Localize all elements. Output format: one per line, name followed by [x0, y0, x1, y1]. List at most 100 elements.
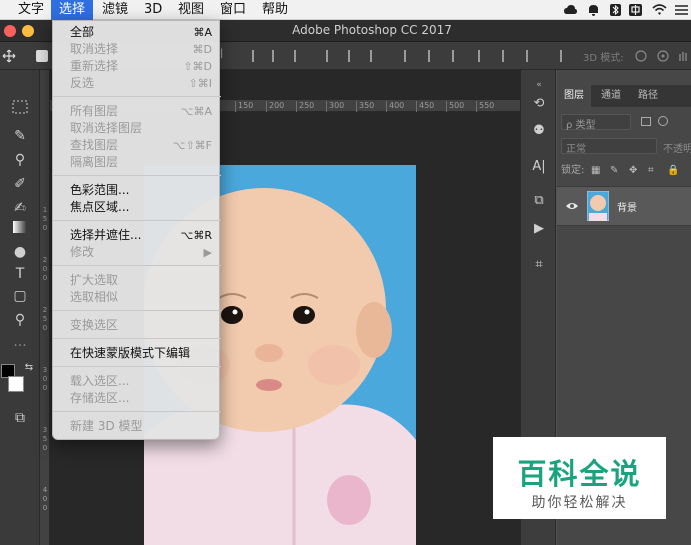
3d-pan-icon[interactable]	[678, 49, 690, 63]
crop-tool-icon[interactable]: ⌗	[530, 256, 548, 274]
menu-item-modify[interactable]: 修改 ▶	[53, 244, 221, 261]
menu-item-select-and-mask[interactable]: 选择并遮住... ⌥⌘R	[53, 227, 221, 244]
3d-rotate-icon[interactable]	[634, 49, 648, 63]
input-method-icon[interactable]	[628, 3, 643, 17]
align-vcenter-icon[interactable]	[272, 50, 282, 62]
filter-pixel-icon[interactable]	[641, 117, 651, 126]
layer-filter-select[interactable]: ρ 类型	[561, 114, 631, 131]
minimize-window-button[interactable]	[22, 25, 34, 37]
menu-item-focus-area[interactable]: 焦点区域...	[53, 199, 221, 216]
lock-position-icon[interactable]: ✥	[629, 162, 637, 180]
menu-item-isolate-layers[interactable]: 隔离图层	[53, 154, 221, 171]
align-top-icon[interactable]	[252, 50, 262, 62]
more-tools-icon[interactable]: ···	[9, 336, 31, 356]
distribute-hcenter-icon[interactable]	[502, 50, 512, 62]
menu-window[interactable]: 窗口	[212, 0, 254, 20]
align-hcenter-icon[interactable]	[348, 50, 358, 62]
quick-mask-icon[interactable]: ⧉	[9, 408, 31, 428]
align-left-icon[interactable]	[326, 50, 336, 62]
lock-artboard-icon[interactable]: ⌗	[648, 162, 654, 180]
brush-tool-icon[interactable]: ✐	[9, 174, 31, 194]
distribute-vcenter-icon[interactable]	[428, 50, 438, 62]
type-tool-icon[interactable]: T	[9, 264, 31, 284]
zoom-tool-icon[interactable]: ⚲	[9, 310, 31, 330]
menu-item-deselect-layers[interactable]: 取消选择图层	[53, 120, 221, 137]
lock-transparent-icon[interactable]: ▦	[591, 162, 600, 180]
menu-item-similar[interactable]: 选取相似	[53, 289, 221, 306]
gradient-tool-icon[interactable]	[9, 220, 31, 240]
layer-row-background[interactable]: 背景	[557, 186, 691, 226]
history-panel-icon[interactable]: ⟲	[530, 95, 548, 113]
distribute-bottom-icon[interactable]	[452, 50, 462, 62]
menu-type[interactable]: 文字	[10, 0, 52, 20]
history-brush-tool-icon[interactable]: ✍	[9, 198, 31, 218]
tab-paths[interactable]: 路径	[631, 85, 665, 107]
shape-tool-icon[interactable]: ▢	[9, 286, 31, 306]
align-bottom-icon[interactable]	[294, 50, 304, 62]
quick-select-tool-icon[interactable]: ✎	[9, 126, 31, 146]
menu-3d[interactable]: 3D	[136, 0, 170, 20]
menu-item-transform-selection[interactable]: 变换选区	[53, 317, 221, 334]
menu-item-inverse[interactable]: 反选 ⇧⌘I	[53, 75, 221, 92]
align-right-icon[interactable]	[370, 50, 380, 62]
burn-tool-icon[interactable]: ●	[9, 242, 31, 262]
auto-select-checkbox[interactable]	[36, 50, 48, 62]
swap-colors-icon[interactable]: ⇆	[18, 358, 40, 378]
distribute-top-icon[interactable]	[404, 50, 414, 62]
menu-item-reselect[interactable]: 重新选择 ⇧⌘D	[53, 58, 221, 75]
layer-name: 背景	[617, 203, 637, 214]
menu-view[interactable]: 视图	[170, 0, 212, 20]
lock-all-icon[interactable]: 🔒	[667, 162, 679, 180]
menu-item-deselect[interactable]: 取消选择 ⌘D	[53, 41, 221, 58]
menu-bar: 文字 选择 滤镜 3D 视图 窗口 帮助	[0, 0, 691, 20]
menu-item-label: 选取相似	[70, 290, 119, 304]
lock-pixels-icon[interactable]: ✎	[610, 162, 618, 180]
menu-select[interactable]: 选择	[51, 0, 94, 20]
creative-cloud-icon[interactable]	[563, 3, 578, 17]
wifi-icon[interactable]	[652, 3, 667, 17]
menu-item-quick-mask-edit[interactable]: 在快速蒙版模式下编辑	[53, 345, 221, 362]
actions-play-icon[interactable]: ▶	[530, 220, 548, 238]
3d-panel-icon[interactable]: ⧉	[530, 192, 548, 210]
menu-item-label: 全部	[70, 25, 95, 39]
blend-mode-select[interactable]: 正常	[561, 138, 657, 155]
close-window-button[interactable]	[4, 25, 16, 37]
ruler-h-tick: 300	[326, 101, 344, 112]
filter-adjustment-icon[interactable]	[658, 116, 668, 126]
menu-item-save-selection[interactable]: 存储选区...	[53, 390, 221, 407]
menu-item-label: 反选	[70, 76, 95, 90]
move-tool-icon[interactable]	[2, 49, 16, 63]
menu-item-all-layers[interactable]: 所有图层 ⌥⌘A	[53, 103, 221, 120]
character-panel-icon[interactable]: A|	[530, 158, 548, 176]
eyedropper-tool-icon[interactable]: ⚲	[9, 150, 31, 170]
distribute-right-icon[interactable]	[526, 50, 536, 62]
notification-icon[interactable]	[586, 3, 601, 17]
menu-separator	[53, 220, 221, 221]
menu-item-label: 取消选择	[70, 42, 119, 56]
menu-item-load-selection[interactable]: 载入选区...	[53, 373, 221, 390]
menu-item-find-layers[interactable]: 查找图层 ⌥⇧⌘F	[53, 137, 221, 154]
menu-help[interactable]: 帮助	[254, 0, 296, 20]
menu-item-color-range[interactable]: 色彩范围...	[53, 182, 221, 199]
collapse-panel-icon[interactable]: «	[530, 76, 548, 94]
marquee-tool-icon[interactable]	[9, 100, 31, 120]
control-center-icon[interactable]	[674, 3, 689, 17]
bluetooth-icon[interactable]	[608, 3, 623, 17]
3d-roll-icon[interactable]	[656, 49, 670, 63]
tab-layers[interactable]: 图层	[557, 85, 591, 107]
menu-item-new-3d-model[interactable]: 新建 3D 模型	[53, 418, 221, 435]
ruler-h-tick: 250	[296, 101, 314, 112]
watermark-subtitle: 助你轻松解决	[531, 495, 628, 511]
background-color-swatch[interactable]	[8, 376, 24, 392]
auto-align-icon[interactable]	[560, 50, 570, 62]
visibility-eye-icon[interactable]	[565, 200, 579, 212]
menu-item-select-all[interactable]: 全部 ⌘A	[53, 24, 221, 41]
character-style-icon[interactable]: ⚉	[530, 122, 548, 140]
menu-separator	[53, 265, 221, 266]
distribute-left-icon[interactable]	[478, 50, 488, 62]
menu-filter[interactable]: 滤镜	[94, 0, 136, 20]
blend-mode-value: 正常	[566, 144, 586, 155]
menu-item-grow[interactable]: 扩大选取	[53, 272, 221, 289]
ruler-v-tick: 0	[42, 224, 48, 232]
tab-channels[interactable]: 通道	[594, 85, 628, 107]
